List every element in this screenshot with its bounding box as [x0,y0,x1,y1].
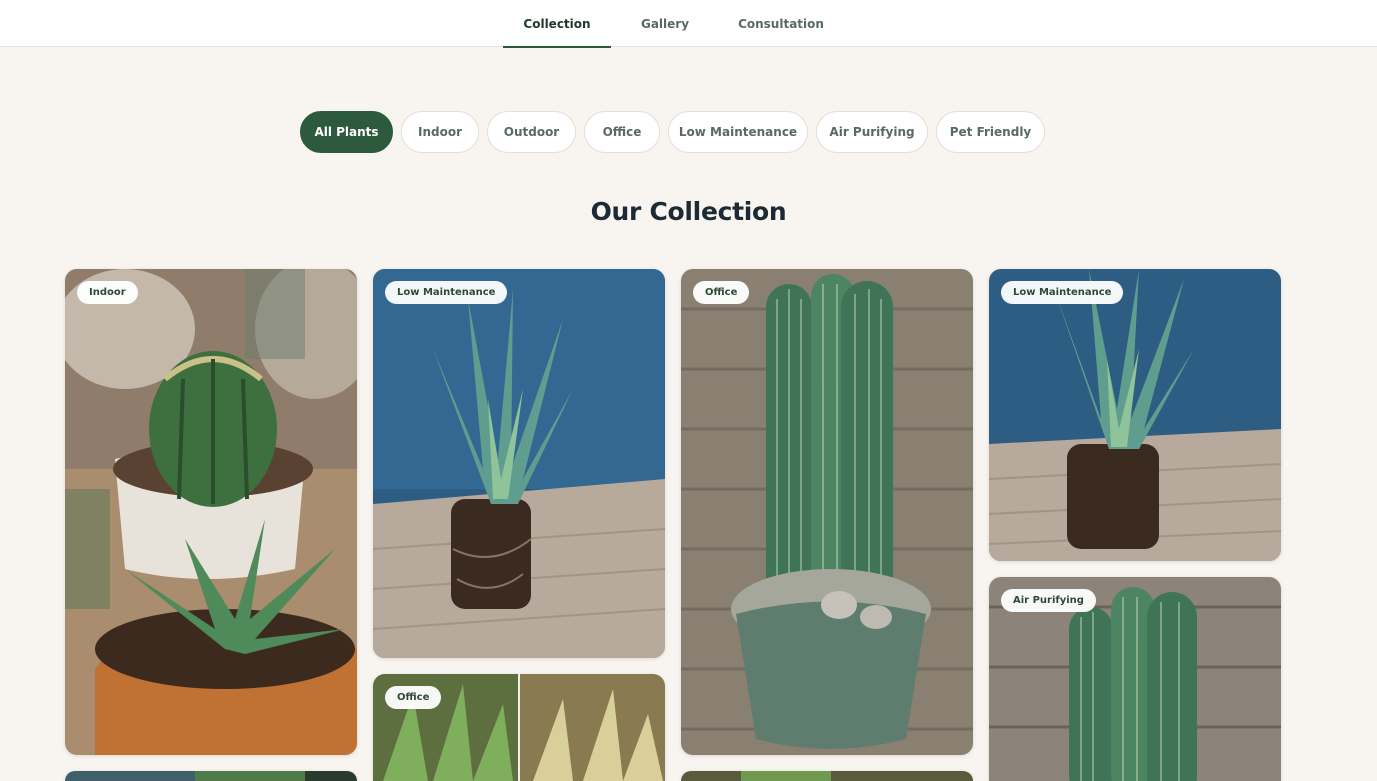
card-tag: Indoor [77,281,138,304]
card-tag: Office [385,686,442,709]
plant-card[interactable] [65,771,357,781]
card-tag: Low Maintenance [385,281,508,304]
plant-card[interactable] [681,771,973,781]
plant-card[interactable]: Office [681,269,973,755]
filter-low-maintenance[interactable]: Low Maintenance [668,111,808,153]
card-tag: Office [693,281,750,304]
filter-air-purifying[interactable]: Air Purifying [816,111,928,153]
filter-all-plants[interactable]: All Plants [300,111,393,153]
aloe-photo [373,269,665,658]
tab-collection[interactable]: Collection [503,0,611,48]
plant-card[interactable]: Indoor [65,269,357,755]
card-tag: Air Purifying [1001,589,1096,612]
filter-indoor[interactable]: Indoor [401,111,479,153]
plant-card[interactable]: Low Maintenance [373,269,665,658]
plant-card[interactable]: Air Purifying [989,577,1281,781]
columnar-cactus-photo [681,269,973,755]
filter-outdoor[interactable]: Outdoor [487,111,576,153]
cactus-photo [65,269,357,755]
top-navigation: Collection Gallery Consultation [0,0,1377,48]
plant-card[interactable]: Low Maintenance [989,269,1281,561]
tab-gallery[interactable]: Gallery [624,0,706,47]
filter-pet-friendly[interactable]: Pet Friendly [936,111,1045,153]
card-tag: Low Maintenance [1001,281,1124,304]
plant-photo [65,771,357,781]
aloe-photo [989,269,1281,561]
plant-photo [681,771,973,781]
collection-title: Our Collection [590,197,787,226]
plant-card[interactable]: Office [373,674,665,781]
tab-consultation[interactable]: Consultation [727,0,835,47]
filter-office[interactable]: Office [584,111,660,153]
